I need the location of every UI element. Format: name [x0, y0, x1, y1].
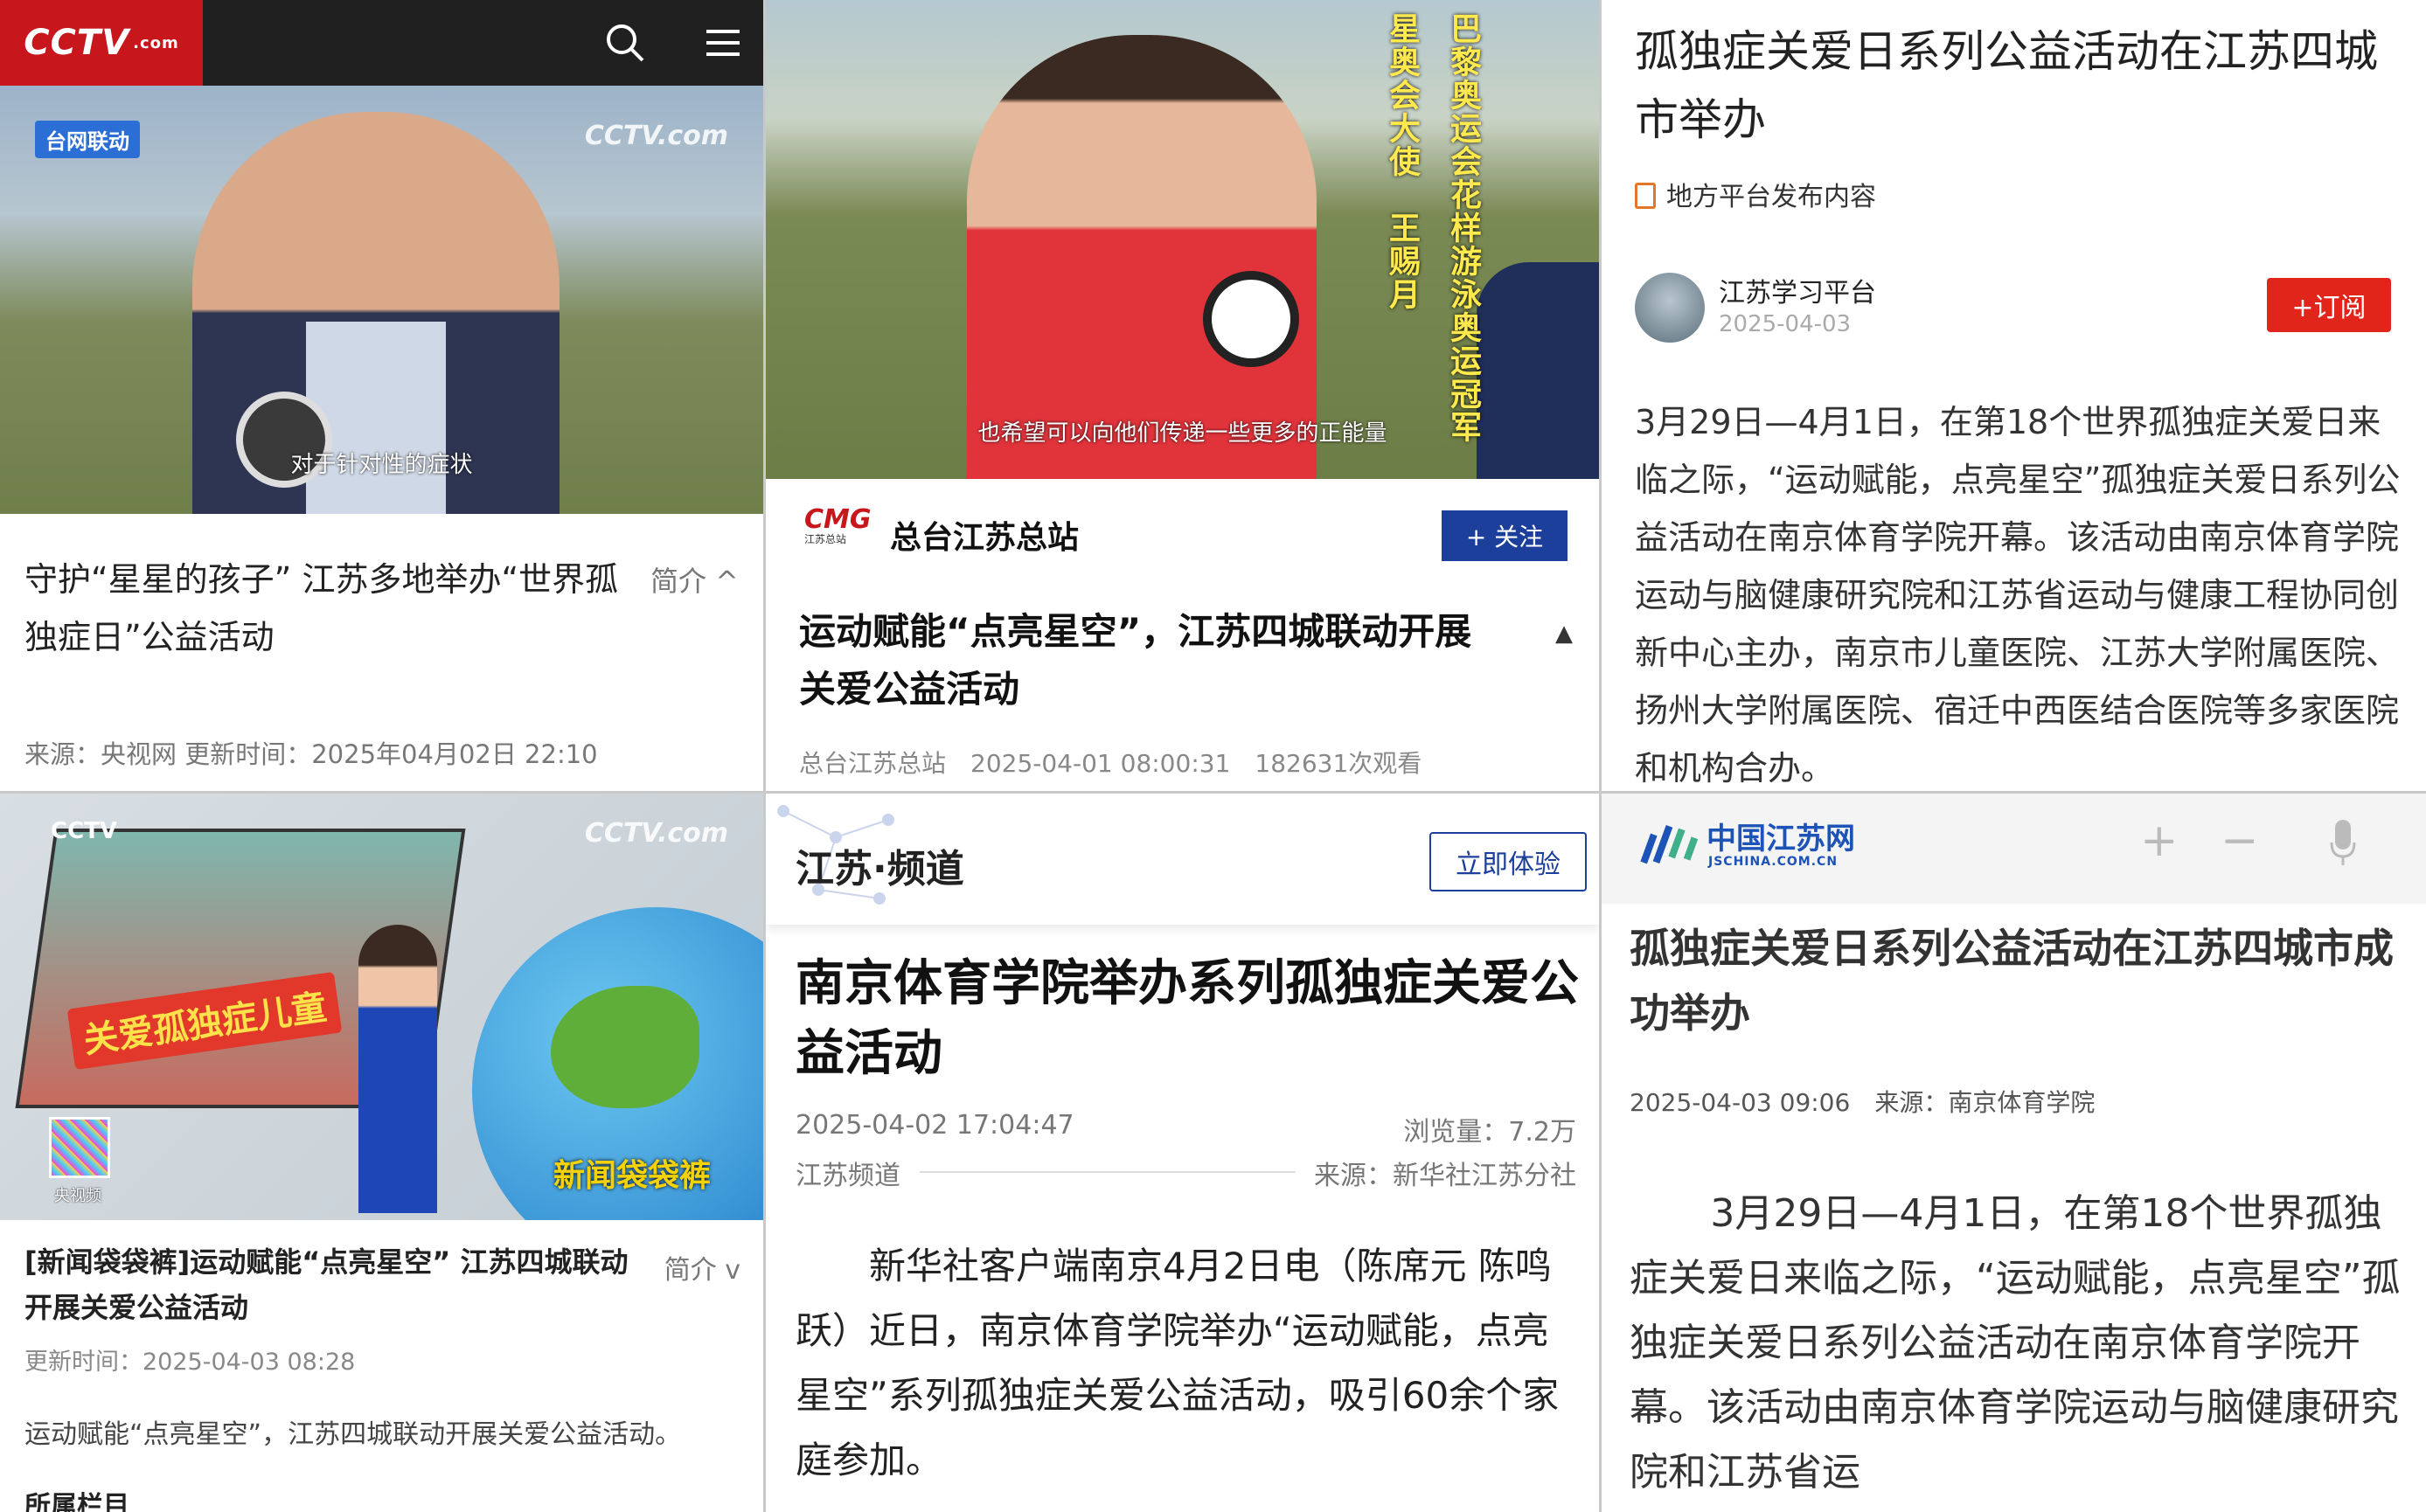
collage: CCTV .com 台网联动 CCTV.com 对于针对性的症状 守护“星星的孩… [0, 0, 2426, 1512]
news-panel: 关爱孤独症儿童 CCTV CCTV.com 央视频 新闻袋袋裤 [新闻袋袋裤]运… [0, 794, 763, 1512]
video-subtitle: 也希望可以向他们传递一些更多的正能量 [977, 420, 1387, 447]
cctv-logo-text: CCTV [24, 23, 130, 63]
section-heading: 所属栏目 [24, 1491, 129, 1512]
zoom-in-icon[interactable]: + [2140, 818, 2179, 864]
article-body: 3月29日—4月1日，在第18个世界孤独症关爱日来临之际，“运动赋能，点亮星空”… [1630, 1191, 2401, 1495]
divider [0, 791, 2426, 794]
article-title: 孤独症关爱日系列公益活动在江苏四城市举办 [1635, 26, 2378, 145]
source-label: 地方平台发布内容 [1635, 175, 1876, 213]
cmg-logo-text: CMG [804, 504, 872, 535]
article-title: 南京体育学院举办系列孤独症关爱公益活动 [796, 955, 1579, 1082]
divider [763, 0, 766, 1512]
xinhua-panel: 江苏·频道 立即体验 南京体育学院举办系列孤独症关爱公益活动 2025-04-0… [766, 794, 1599, 1512]
zoom-out-icon[interactable]: − [2221, 818, 2259, 864]
site-header: 中国江苏网 JSCHINA.COM.CN + − [1602, 794, 2426, 904]
channel-brand: 江苏·频道 [796, 847, 964, 891]
publish-date: 2025-04-02 17:04:47 [796, 1110, 1074, 1141]
show-tag: 新闻袋袋裤 [553, 1158, 711, 1194]
menu-icon[interactable] [701, 21, 745, 65]
search-icon[interactable] [603, 21, 647, 65]
try-now-button[interactable]: 立即体验 [1429, 832, 1587, 891]
intro-toggle[interactable]: 简介 v [664, 1248, 740, 1287]
vertical-caption-1: 巴黎奥运会花样游泳奥运冠军 [1445, 12, 1481, 444]
qr-label: 央视频 [54, 1187, 101, 1205]
account-date: 2025-04-03 [1719, 311, 1852, 337]
athlete-image [967, 35, 1317, 479]
channel-row: CMG 江苏总站 总台江苏总站 + 关注 [766, 479, 1599, 584]
channel-link[interactable]: 江苏频道 [796, 1154, 900, 1192]
article-meta: 来源：央视网 更新时间：2025年04月02日 22:10 [24, 739, 598, 769]
video-watermark-left: CCTV [51, 818, 118, 844]
site-domain: JSCHINA.COM.CN [1708, 855, 1839, 869]
article-title[interactable]: [新闻袋袋裤]运动赋能“点亮星空” 江苏四城联动开展关爱公益活动 [24, 1239, 654, 1330]
collapse-icon[interactable]: ▲ [1555, 621, 1573, 647]
article-body: 3月29日—4月1日，在第18个世界孤独症关爱日来临之际，“运动赋能，点亮星空”… [1635, 403, 2401, 787]
microphone-image [1203, 271, 1299, 367]
divider [920, 1171, 1296, 1173]
cctv-logo[interactable]: CCTV .com [0, 0, 203, 86]
intro-toggle[interactable]: 简介 ^ [650, 559, 739, 600]
cctv-logo-domain: .com [133, 33, 179, 52]
channel-name[interactable]: 总台江苏总站 [890, 512, 1079, 558]
article-description: 运动赋能“点亮星空”，江苏四城联动开展关爱公益活动。 [24, 1419, 682, 1450]
cmg-logo-sub: 江苏总站 [804, 533, 847, 545]
article-meta: 2025-04-03 09:06 来源：南京体育学院 [1630, 1088, 2096, 1117]
divider [1599, 0, 1602, 1512]
avatar[interactable] [1635, 273, 1705, 343]
site-name[interactable]: 中国江苏网 [1707, 815, 1855, 857]
follow-button[interactable]: + 关注 [1442, 510, 1568, 561]
video-tag: 台网联动 [35, 121, 140, 158]
article-meta: 总台江苏总站 2025-04-01 08:00:31 182631次观看 [799, 749, 1422, 778]
video-player[interactable]: 巴黎奥运会花样游泳奥运冠军 星奥会大使 王赐月 也希望可以向他们传递一些更多的正… [766, 0, 1599, 479]
channel-header: 江苏·频道 立即体验 [766, 794, 1599, 925]
article-meta: 更新时间：2025-04-03 08:28 [24, 1349, 356, 1376]
qr-code-icon [49, 1117, 110, 1178]
vertical-caption-2: 星奥会大使 王赐月 [1384, 12, 1420, 311]
cmg-logo: CMG 江苏总站 [804, 504, 872, 559]
view-count: 浏览量：7.2万 [1403, 1117, 1576, 1148]
video-player[interactable]: 台网联动 CCTV.com 对于针对性的症状 [0, 86, 763, 514]
video-subtitle: 对于针对性的症状 [290, 452, 473, 478]
video-watermark-right: CCTV.com [584, 818, 728, 849]
video-watermark: CCTV.com [584, 121, 728, 151]
bookmark-icon [1635, 183, 1656, 209]
cmg-panel: 巴黎奥运会花样游泳奥运冠军 星奥会大使 王赐月 也希望可以向他们传递一些更多的正… [766, 0, 1599, 791]
anchor-image [358, 925, 437, 1213]
microphone-icon[interactable] [2330, 818, 2356, 867]
subscribe-button[interactable]: +订阅 [2267, 278, 2391, 332]
cctv-header: CCTV .com [0, 0, 763, 86]
video-player[interactable]: 关爱孤独症儿童 CCTV CCTV.com 央视频 新闻袋袋裤 [0, 794, 763, 1220]
article-title: 孤独症关爱日系列公益活动在江苏四城市成功举办 [1630, 925, 2394, 1037]
article-title[interactable]: 运动赋能“点亮星空”，江苏四城联动开展关爱公益活动 [799, 603, 1481, 718]
account-name[interactable]: 江苏学习平台 [1719, 271, 1876, 309]
cctv-panel: CCTV .com 台网联动 CCTV.com 对于针对性的症状 守护“星星的孩… [0, 0, 763, 791]
source-text: 地方平台发布内容 [1666, 182, 1876, 212]
article-title[interactable]: 守护“星星的孩子” 江苏多地举办“世界孤独症日”公益活动 [24, 551, 619, 666]
jschina-panel: 中国江苏网 JSCHINA.COM.CN + − 孤独症关爱日系列公益活动在江苏… [1602, 794, 2426, 1512]
article-source: 来源：新华社江苏分社 [1314, 1161, 1576, 1191]
article-body: 新华社客户端南京4月2日电（陈席元 陈鸣跃）近日，南京体育学院举办“运动赋能，点… [796, 1245, 1560, 1481]
study-platform-panel: 孤独症关爱日系列公益活动在江苏四城市举办 地方平台发布内容 江苏学习平台 202… [1602, 0, 2426, 791]
